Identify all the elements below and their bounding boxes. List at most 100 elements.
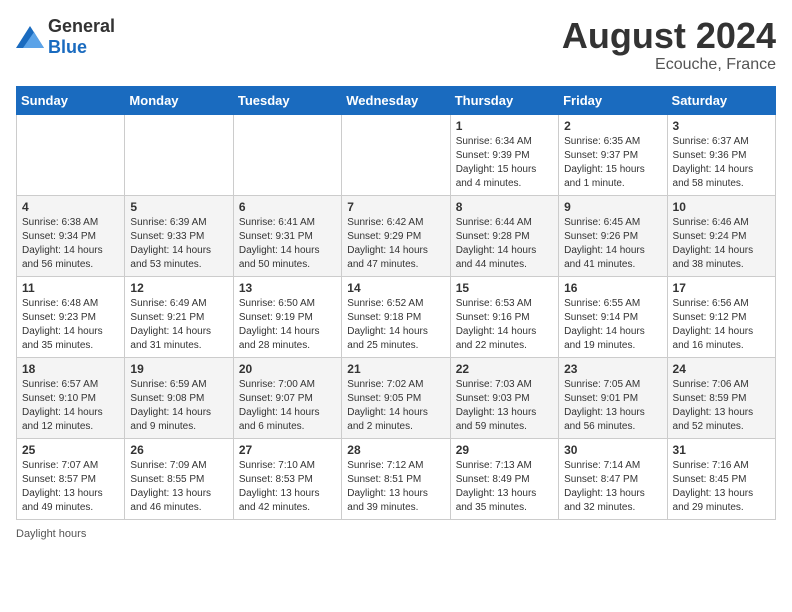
day-info: Sunrise: 7:10 AM Sunset: 8:53 PM Dayligh… bbox=[239, 459, 336, 515]
calendar-cell: 26 Sunrise: 7:09 AM Sunset: 8:55 PM Dayli… bbox=[125, 438, 233, 519]
day-info: Sunrise: 7:03 AM Sunset: 9:03 PM Dayligh… bbox=[456, 378, 553, 434]
day-info: Sunrise: 6:37 AM Sunset: 9:36 PM Dayligh… bbox=[673, 135, 770, 191]
day-number: 23 bbox=[564, 362, 661, 376]
calendar-cell: 2Sunrise: 6:35 AM Sunset: 9:37 PM Daylig… bbox=[559, 114, 667, 195]
day-info: Sunrise: 6:46 AM Sunset: 9:24 PM Dayligh… bbox=[673, 216, 770, 272]
calendar-cell: 4 Sunrise: 6:38 AM Sunset: 9:34 PM Daylig… bbox=[17, 195, 125, 276]
calendar-cell: 8 Sunrise: 6:44 AM Sunset: 9:28 PM Daylig… bbox=[450, 195, 558, 276]
calendar-cell: 3Sunrise: 6:37 AM Sunset: 9:36 PM Daylig… bbox=[667, 114, 775, 195]
calendar-cell: 11Sunrise: 6:48 AM Sunset: 9:23 PM Dayli… bbox=[17, 276, 125, 357]
calendar-row: 4 Sunrise: 6:38 AM Sunset: 9:34 PM Daylig… bbox=[17, 195, 776, 276]
day-number: 30 bbox=[564, 443, 661, 457]
calendar-row: 1Sunrise: 6:34 AM Sunset: 9:39 PM Daylig… bbox=[17, 114, 776, 195]
day-header-friday: Friday bbox=[559, 86, 667, 114]
day-number: 5 bbox=[130, 200, 227, 214]
calendar-cell: 20 Sunrise: 7:00 AM Sunset: 9:07 PM Dayli… bbox=[233, 357, 341, 438]
day-number: 27 bbox=[239, 443, 336, 457]
day-info: Sunrise: 7:07 AM Sunset: 8:57 PM Dayligh… bbox=[22, 459, 119, 515]
day-info: Sunrise: 6:53 AM Sunset: 9:16 PM Dayligh… bbox=[456, 297, 553, 353]
month-title: August 2024 bbox=[562, 16, 776, 56]
calendar-cell: 23Sunrise: 7:05 AM Sunset: 9:01 PM Dayli… bbox=[559, 357, 667, 438]
day-number: 18 bbox=[22, 362, 119, 376]
title-block: August 2024 Ecouche, France bbox=[562, 16, 776, 74]
location-title: Ecouche, France bbox=[562, 56, 776, 74]
calendar-cell: 7 Sunrise: 6:42 AM Sunset: 9:29 PM Daylig… bbox=[342, 195, 450, 276]
logo: General Blue bbox=[16, 16, 115, 58]
calendar-cell: 9 Sunrise: 6:45 AM Sunset: 9:26 PM Daylig… bbox=[559, 195, 667, 276]
day-info: Sunrise: 6:35 AM Sunset: 9:37 PM Dayligh… bbox=[564, 135, 661, 191]
day-info: Sunrise: 6:59 AM Sunset: 9:08 PM Dayligh… bbox=[130, 378, 227, 434]
day-info: Sunrise: 6:52 AM Sunset: 9:18 PM Dayligh… bbox=[347, 297, 444, 353]
logo-blue: Blue bbox=[48, 37, 87, 57]
day-number: 14 bbox=[347, 281, 444, 295]
calendar-cell bbox=[125, 114, 233, 195]
day-number: 26 bbox=[130, 443, 227, 457]
day-info: Sunrise: 6:42 AM Sunset: 9:29 PM Dayligh… bbox=[347, 216, 444, 272]
calendar-cell: 29 Sunrise: 7:13 AM Sunset: 8:49 PM Dayli… bbox=[450, 438, 558, 519]
day-header-monday: Monday bbox=[125, 86, 233, 114]
day-info: Sunrise: 6:50 AM Sunset: 9:19 PM Dayligh… bbox=[239, 297, 336, 353]
calendar-cell: 13 Sunrise: 6:50 AM Sunset: 9:19 PM Dayli… bbox=[233, 276, 341, 357]
day-number: 25 bbox=[22, 443, 119, 457]
day-number: 10 bbox=[673, 200, 770, 214]
page-header: General Blue August 2024 Ecouche, France bbox=[16, 16, 776, 74]
footer: Daylight hours bbox=[16, 528, 776, 540]
day-info: Sunrise: 6:56 AM Sunset: 9:12 PM Dayligh… bbox=[673, 297, 770, 353]
day-number: 20 bbox=[239, 362, 336, 376]
day-info: Sunrise: 7:06 AM Sunset: 8:59 PM Dayligh… bbox=[673, 378, 770, 434]
day-header-thursday: Thursday bbox=[450, 86, 558, 114]
calendar-cell: 22 Sunrise: 7:03 AM Sunset: 9:03 PM Dayli… bbox=[450, 357, 558, 438]
day-info: Sunrise: 7:00 AM Sunset: 9:07 PM Dayligh… bbox=[239, 378, 336, 434]
day-number: 17 bbox=[673, 281, 770, 295]
calendar-row: 11Sunrise: 6:48 AM Sunset: 9:23 PM Dayli… bbox=[17, 276, 776, 357]
day-info: Sunrise: 7:09 AM Sunset: 8:55 PM Dayligh… bbox=[130, 459, 227, 515]
header-row: SundayMondayTuesdayWednesdayThursdayFrid… bbox=[17, 86, 776, 114]
logo-text: General Blue bbox=[48, 16, 115, 58]
day-number: 13 bbox=[239, 281, 336, 295]
day-number: 7 bbox=[347, 200, 444, 214]
calendar-cell: 1Sunrise: 6:34 AM Sunset: 9:39 PM Daylig… bbox=[450, 114, 558, 195]
calendar-cell: 28Sunrise: 7:12 AM Sunset: 8:51 PM Dayli… bbox=[342, 438, 450, 519]
calendar-cell: 12 Sunrise: 6:49 AM Sunset: 9:21 PM Dayli… bbox=[125, 276, 233, 357]
daylight-label: Daylight hours bbox=[16, 528, 86, 540]
calendar-cell: 19 Sunrise: 6:59 AM Sunset: 9:08 PM Dayli… bbox=[125, 357, 233, 438]
calendar-row: 18 Sunrise: 6:57 AM Sunset: 9:10 PM Dayli… bbox=[17, 357, 776, 438]
calendar-cell: 15Sunrise: 6:53 AM Sunset: 9:16 PM Dayli… bbox=[450, 276, 558, 357]
day-info: Sunrise: 6:49 AM Sunset: 9:21 PM Dayligh… bbox=[130, 297, 227, 353]
day-number: 24 bbox=[673, 362, 770, 376]
calendar-cell bbox=[342, 114, 450, 195]
calendar-cell bbox=[17, 114, 125, 195]
day-number: 21 bbox=[347, 362, 444, 376]
day-header-saturday: Saturday bbox=[667, 86, 775, 114]
calendar-cell: 24 Sunrise: 7:06 AM Sunset: 8:59 PM Dayli… bbox=[667, 357, 775, 438]
day-info: Sunrise: 6:57 AM Sunset: 9:10 PM Dayligh… bbox=[22, 378, 119, 434]
day-header-tuesday: Tuesday bbox=[233, 86, 341, 114]
calendar-cell: 30Sunrise: 7:14 AM Sunset: 8:47 PM Dayli… bbox=[559, 438, 667, 519]
day-number: 22 bbox=[456, 362, 553, 376]
day-info: Sunrise: 6:45 AM Sunset: 9:26 PM Dayligh… bbox=[564, 216, 661, 272]
day-info: Sunrise: 7:13 AM Sunset: 8:49 PM Dayligh… bbox=[456, 459, 553, 515]
calendar-cell: 18 Sunrise: 6:57 AM Sunset: 9:10 PM Dayli… bbox=[17, 357, 125, 438]
day-info: Sunrise: 6:38 AM Sunset: 9:34 PM Dayligh… bbox=[22, 216, 119, 272]
day-info: Sunrise: 6:44 AM Sunset: 9:28 PM Dayligh… bbox=[456, 216, 553, 272]
day-number: 6 bbox=[239, 200, 336, 214]
calendar-cell: 16Sunrise: 6:55 AM Sunset: 9:14 PM Dayli… bbox=[559, 276, 667, 357]
day-number: 9 bbox=[564, 200, 661, 214]
logo-icon bbox=[16, 26, 44, 48]
calendar-row: 25 Sunrise: 7:07 AM Sunset: 8:57 PM Dayli… bbox=[17, 438, 776, 519]
calendar-cell: 21 Sunrise: 7:02 AM Sunset: 9:05 PM Dayli… bbox=[342, 357, 450, 438]
day-number: 16 bbox=[564, 281, 661, 295]
day-number: 4 bbox=[22, 200, 119, 214]
day-number: 12 bbox=[130, 281, 227, 295]
day-info: Sunrise: 7:12 AM Sunset: 8:51 PM Dayligh… bbox=[347, 459, 444, 515]
calendar-cell: 14 Sunrise: 6:52 AM Sunset: 9:18 PM Dayli… bbox=[342, 276, 450, 357]
day-header-wednesday: Wednesday bbox=[342, 86, 450, 114]
day-number: 29 bbox=[456, 443, 553, 457]
day-info: Sunrise: 6:48 AM Sunset: 9:23 PM Dayligh… bbox=[22, 297, 119, 353]
calendar-cell: 10 Sunrise: 6:46 AM Sunset: 9:24 PM Dayli… bbox=[667, 195, 775, 276]
day-number: 8 bbox=[456, 200, 553, 214]
day-info: Sunrise: 7:02 AM Sunset: 9:05 PM Dayligh… bbox=[347, 378, 444, 434]
calendar-cell: 6Sunrise: 6:41 AM Sunset: 9:31 PM Daylig… bbox=[233, 195, 341, 276]
calendar-cell: 17 Sunrise: 6:56 AM Sunset: 9:12 PM Dayli… bbox=[667, 276, 775, 357]
day-number: 19 bbox=[130, 362, 227, 376]
